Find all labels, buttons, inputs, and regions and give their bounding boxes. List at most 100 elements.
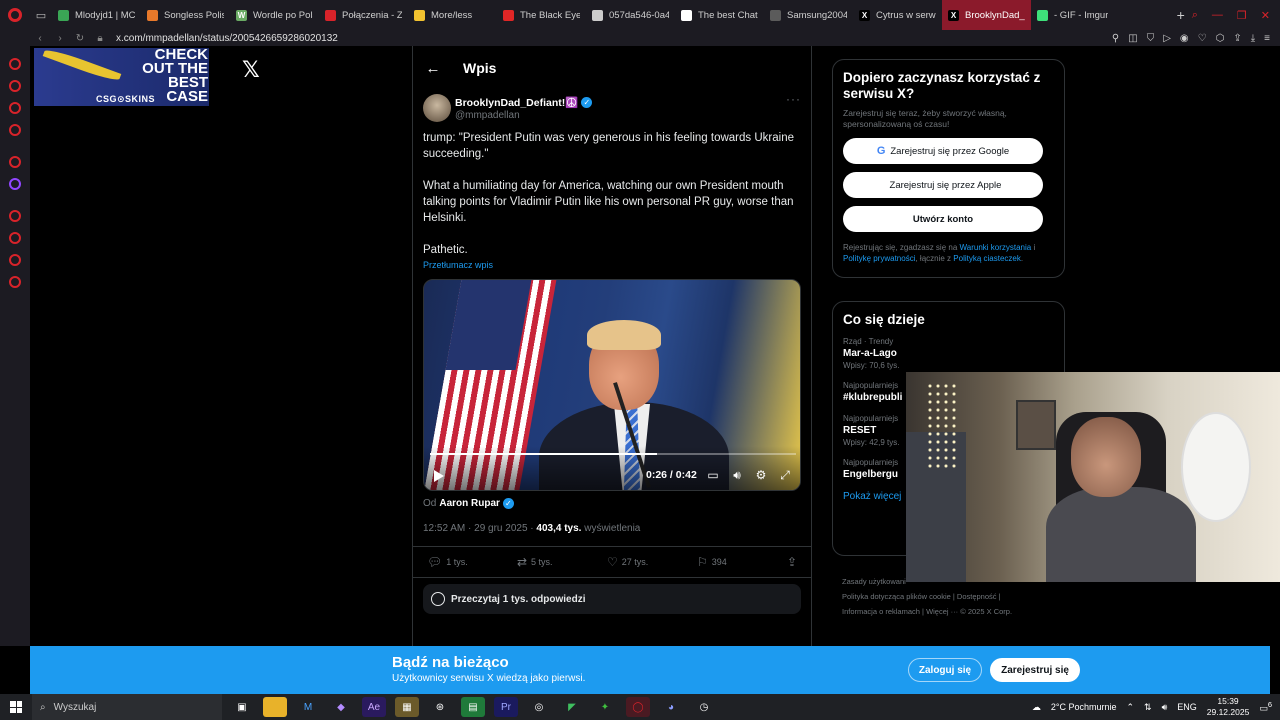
browser-tab[interactable]: Połączenia - Z [319, 0, 408, 30]
avatar[interactable] [423, 94, 451, 122]
task-view-icon[interactable]: ▣ [230, 697, 254, 717]
tray-chevron-icon[interactable]: ⌃ [1126, 702, 1134, 713]
opera-gx-icon[interactable]: ◯ [626, 697, 650, 717]
fullscreen-icon[interactable]: ⤢ [778, 468, 792, 482]
more-options-icon[interactable]: ··· [786, 92, 801, 106]
back-arrow-icon[interactable]: ← [415, 60, 451, 77]
cookies-link[interactable]: Polityką ciasteczek [953, 254, 1021, 263]
sidebar-mail-icon[interactable] [9, 124, 21, 136]
app-icon[interactable]: ◤ [560, 697, 584, 717]
reload-icon[interactable]: ↻ [70, 33, 90, 44]
translate-link[interactable]: Przetłumacz wpis [423, 260, 493, 270]
language-indicator[interactable]: ENG [1177, 702, 1197, 712]
weather-text[interactable]: 2°C Pochmurnie [1051, 702, 1117, 712]
url-field[interactable]: x.com/mmpadellan/status/2005426659286020… [116, 33, 338, 44]
captions-icon[interactable]: ▭ [706, 468, 720, 482]
trend-item[interactable]: Rząd · Trendy Mar-a-Lago Wpisy: 70,6 tys. [843, 337, 1054, 370]
sidebar-settings-icon[interactable] [9, 276, 21, 288]
x-logo-icon[interactable]: 𝕏 [242, 58, 260, 83]
clock[interactable]: 15:39 29.12.2025 [1207, 696, 1250, 718]
network-icon[interactable]: ⇅ [1144, 702, 1152, 713]
post-timestamp[interactable]: 12:52 AM · 29 gru 2025 · [423, 523, 536, 534]
sidebar-history-icon[interactable] [9, 232, 21, 244]
vscode-icon[interactable]: M [296, 697, 320, 717]
video-progress-bar[interactable] [430, 453, 796, 455]
browser-tab[interactable]: W Wordle po Pols [230, 0, 319, 30]
pin-icon[interactable]: ⚲ [1112, 33, 1119, 44]
browser-tab[interactable]: X BrooklynDad_Defiant! [942, 0, 1031, 30]
display-name[interactable]: BrooklynDad_Defiant!☮️ [455, 96, 578, 109]
google-signup-button[interactable]: G Zarejestruj się przez Google [843, 138, 1043, 164]
user-handle[interactable]: @mmpadellan [455, 110, 592, 121]
discord-icon[interactable]: ◕ [659, 697, 683, 717]
browser-tab[interactable]: Mlodyjd1 | MCS [52, 0, 141, 30]
play-icon[interactable] [434, 470, 444, 482]
browser-tab[interactable]: Samsung2004 [764, 0, 853, 30]
camera-icon[interactable]: ◉ [1180, 33, 1189, 44]
snapshot-icon[interactable]: ◫ [1128, 33, 1137, 44]
sidebar-messenger-icon[interactable] [9, 80, 21, 92]
privacy-link[interactable]: Politykę prywatności [843, 254, 915, 263]
ad-banner[interactable]: CHECK OUT THE BEST CASE CSG⊙SKINS [34, 48, 209, 106]
maximize-icon[interactable]: ❐ [1237, 9, 1247, 22]
browser-tab[interactable]: Songless Polis [141, 0, 230, 30]
volume-icon[interactable]: 🔊︎ [1162, 702, 1168, 713]
after-effects-icon[interactable]: Ae [362, 697, 386, 717]
terms-link[interactable]: Warunki korzystania [960, 243, 1032, 252]
file-explorer-icon[interactable] [263, 697, 287, 717]
signup-button[interactable]: Zarejestruj się [990, 658, 1080, 682]
footer-links-2[interactable]: Polityka dotycząca plików cookie | Dostę… [842, 589, 1062, 604]
tab-overview-icon[interactable]: ▭ [30, 0, 52, 30]
create-account-button[interactable]: Utwórz konto [843, 206, 1043, 232]
opera-logo-icon[interactable] [0, 0, 30, 30]
login-button[interactable]: Zaloguj się [908, 658, 982, 682]
heart-icon[interactable]: ♡ [1198, 33, 1207, 44]
steam-icon[interactable]: ⊛ [428, 697, 452, 717]
notifications-icon[interactable]: ▭6 [1259, 700, 1272, 714]
app-icon[interactable]: ◷ [692, 697, 716, 717]
video-player[interactable]: 0:26 / 0:42 ▭ 🔊︎ ⚙ ⤢ [423, 279, 801, 491]
sidebar-aria-icon[interactable] [9, 156, 21, 168]
premiere-icon[interactable]: Pr [494, 697, 518, 717]
browser-tab[interactable]: More/less [408, 0, 497, 30]
sidebar-extensions-icon[interactable] [9, 254, 21, 266]
close-window-icon[interactable]: ✕ [1261, 9, 1270, 22]
extensions-icon[interactable]: ⬡ [1216, 33, 1225, 44]
browser-tab[interactable]: X Cytrus w serw [853, 0, 942, 30]
obs-icon[interactable]: ◎ [527, 697, 551, 717]
sidebar-chat-icon[interactable] [9, 102, 21, 114]
volume-icon[interactable]: 🔊︎ [730, 468, 744, 482]
app-icon[interactable]: ◆ [329, 697, 353, 717]
reply-button[interactable]: 💬︎ 1 tys. [427, 555, 517, 569]
search-tabs-icon[interactable]: ⌕ [1192, 9, 1198, 22]
browser-tab[interactable]: 057da546-0a4 [586, 0, 675, 30]
like-button[interactable]: ♡ 27 tys. [607, 555, 697, 569]
shield-icon[interactable]: ⛉ [1147, 33, 1155, 44]
share-icon[interactable]: ⇪ [1233, 33, 1241, 44]
browser-tab[interactable]: - GIF - Imgur [1031, 0, 1120, 30]
browser-tab[interactable]: The best ChatG [675, 0, 764, 30]
forward-nav-icon[interactable]: › [50, 33, 70, 44]
settings-icon[interactable]: ⚙ [754, 468, 768, 482]
source-name[interactable]: Aaron Rupar [439, 498, 500, 509]
browser-tab[interactable]: The Black Eyed [497, 0, 586, 30]
post-author[interactable]: BrooklynDad_Defiant!☮️ ✓ @mmpadellan [423, 94, 593, 122]
back-nav-icon[interactable]: ‹ [30, 33, 50, 44]
sidebar-home-icon[interactable] [9, 58, 21, 70]
read-replies-button[interactable]: Przeczytaj 1 tys. odpowiedzi [423, 584, 801, 614]
apple-signup-button[interactable]: Zarejestruj się przez Apple [843, 172, 1043, 198]
start-button[interactable] [0, 694, 32, 720]
download-icon[interactable]: ⤓ [1251, 33, 1255, 44]
footer-links-3[interactable]: Informacja o reklamach | Więcej ··· © 20… [842, 604, 1062, 619]
sidebar-player-icon[interactable] [9, 210, 21, 222]
spreadsheet-icon[interactable]: ▤ [461, 697, 485, 717]
menu-icon[interactable]: ≡ [1264, 33, 1270, 44]
app-icon[interactable]: ✦ [593, 697, 617, 717]
share-icon[interactable]: ⇪ [787, 555, 797, 569]
taskbar-search[interactable]: ⌕ Wyszukaj [32, 694, 222, 720]
play-icon[interactable]: ▷ [1163, 33, 1171, 44]
minecraft-icon[interactable]: ▦ [395, 697, 419, 717]
minimize-icon[interactable]: — [1212, 9, 1223, 22]
bookmark-button[interactable]: ⚐ 394 [697, 555, 787, 569]
new-tab-button[interactable]: + [1170, 7, 1192, 23]
